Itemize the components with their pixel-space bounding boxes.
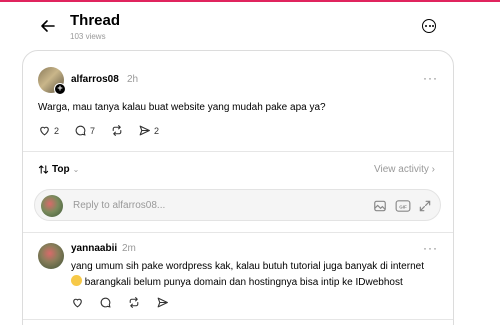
comment-icon[interactable]	[99, 296, 112, 309]
like-count: 2	[54, 125, 60, 136]
divider	[23, 319, 453, 320]
comment-time: 2m	[122, 243, 136, 254]
sort-label: Top	[52, 164, 70, 175]
comment-username[interactable]: yannaabii	[71, 243, 117, 254]
divider	[23, 151, 453, 152]
repost-button[interactable]	[110, 124, 127, 137]
send-icon	[139, 125, 150, 136]
divider	[23, 232, 453, 233]
comment-icon	[75, 125, 86, 136]
avatar	[41, 195, 63, 217]
heart-icon	[40, 126, 49, 136]
repost-icon[interactable]	[127, 296, 141, 309]
page-title: Thread	[70, 12, 121, 29]
comment-text-line-2-row: barangkali belum punya domain dan hostin…	[71, 275, 403, 288]
avatar[interactable]	[38, 243, 64, 269]
thread-header: Thread 103 views	[0, 2, 500, 48]
grinning-emoji-icon	[71, 275, 82, 286]
repost-icon	[112, 125, 122, 136]
reply-count: 7	[90, 125, 96, 136]
chevron-right-icon: ›	[431, 164, 435, 175]
reply-input[interactable]: Reply to alfarros08... GIF	[34, 189, 441, 221]
view-activity-link[interactable]: View activity ›	[374, 164, 435, 175]
post-more-icon[interactable]: ···	[423, 71, 438, 85]
back-arrow-icon[interactable]	[38, 16, 58, 36]
svg-text:GIF: GIF	[399, 204, 407, 209]
post-time: 2h	[127, 74, 139, 85]
comment-more-icon[interactable]: ···	[423, 241, 438, 255]
reply-placeholder: Reply to alfarros08...	[73, 200, 166, 211]
expand-icon[interactable]	[418, 199, 432, 213]
follow-plus-icon[interactable]: +	[54, 83, 66, 95]
sort-dropdown[interactable]: Top ⌄	[38, 164, 79, 175]
post-username[interactable]: alfarros08	[71, 74, 119, 85]
view-count: 103 views	[70, 32, 106, 41]
comment-text-line-2: barangkali belum punya domain dan hostin…	[84, 277, 403, 288]
gif-icon[interactable]: GIF	[395, 199, 411, 213]
comment-text-line-1: yang umum sih pake wordpress kak, kalau …	[71, 261, 424, 272]
share-count: 2	[154, 125, 160, 136]
image-icon[interactable]	[373, 199, 387, 213]
like-button[interactable]: 2	[38, 124, 59, 137]
share-button[interactable]: 2	[138, 124, 159, 137]
post-text: Warga, mau tanya kalau buat website yang…	[38, 102, 326, 113]
view-activity-label: View activity	[374, 164, 429, 175]
reply-button[interactable]: 7	[74, 124, 95, 137]
sort-icon	[38, 165, 49, 174]
thread-card: + alfarros08 2h ··· Warga, mau tanya kal…	[22, 50, 454, 325]
more-options-icon[interactable]	[422, 19, 436, 33]
send-icon[interactable]	[156, 296, 169, 309]
heart-icon[interactable]	[71, 296, 84, 309]
chevron-down-icon: ⌄	[72, 165, 80, 174]
